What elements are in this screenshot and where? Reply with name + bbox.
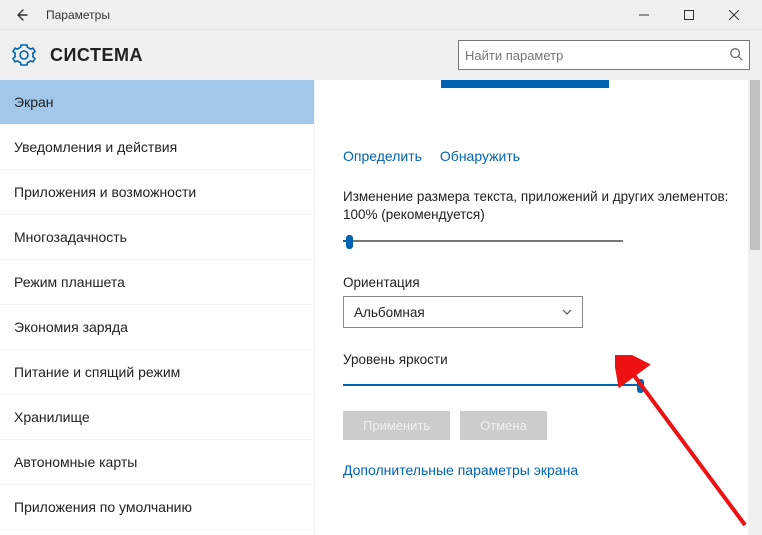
window-title: Параметры [36, 8, 621, 22]
display-preview [343, 80, 738, 120]
sidebar-item-power[interactable]: Питание и спящий режим [0, 350, 314, 395]
sidebar-item-label: Многозадачность [14, 229, 127, 245]
scale-label: Изменение размера текста, приложений и д… [343, 188, 738, 223]
sidebar-item-label: Экономия заряда [14, 319, 128, 335]
sidebar-item-label: Приложения и возможности [14, 184, 196, 200]
sidebar-item-label: Автономные карты [14, 454, 137, 470]
maximize-icon [684, 10, 694, 20]
sidebar-item-label: Питание и спящий режим [14, 364, 180, 380]
back-button[interactable] [6, 0, 36, 30]
sidebar-item-label: Хранилище [14, 409, 90, 425]
scale-slider[interactable] [343, 233, 623, 251]
sidebar-item-tablet[interactable]: Режим планшета [0, 260, 314, 305]
content-pane: Определить Обнаружить Изменение размера … [315, 80, 762, 535]
maximize-button[interactable] [666, 0, 711, 30]
sidebar-item-storage[interactable]: Хранилище [0, 395, 314, 440]
sidebar-item-label: Экран [14, 94, 54, 110]
brightness-label: Уровень яркости [343, 352, 738, 367]
search-icon [729, 47, 743, 64]
identify-link[interactable]: Определить [343, 148, 422, 164]
sidebar: Экран Уведомления и действия Приложения … [0, 80, 315, 535]
slider-thumb[interactable] [637, 379, 644, 393]
orientation-label: Ориентация [343, 275, 738, 290]
preview-highlight [441, 80, 609, 88]
sidebar-item-apps[interactable]: Приложения и возможности [0, 170, 314, 215]
sidebar-item-label: Режим планшета [14, 274, 125, 290]
apply-button[interactable]: Применить [343, 411, 450, 440]
minimize-icon [639, 10, 649, 20]
gear-icon [12, 43, 36, 67]
orientation-select[interactable]: Альбомная [343, 296, 583, 328]
advanced-display-link[interactable]: Дополнительные параметры экрана [343, 462, 738, 478]
sidebar-item-notifications[interactable]: Уведомления и действия [0, 125, 314, 170]
scrollbar[interactable] [748, 80, 762, 535]
minimize-button[interactable] [621, 0, 666, 30]
sidebar-item-multitasking[interactable]: Многозадачность [0, 215, 314, 260]
titlebar: Параметры [0, 0, 762, 30]
brightness-slider[interactable] [343, 377, 643, 395]
slider-track [343, 240, 623, 242]
page-title: СИСТЕМА [50, 45, 143, 66]
header: СИСТЕМА [0, 30, 762, 80]
search-input[interactable] [465, 48, 729, 63]
cancel-button[interactable]: Отмена [460, 411, 547, 440]
orientation-value: Альбомная [354, 305, 425, 320]
sidebar-item-label: Приложения по умолчанию [14, 499, 192, 515]
slider-fill [343, 384, 640, 386]
search-box[interactable] [458, 40, 750, 70]
scrollbar-thumb[interactable] [750, 80, 760, 250]
sidebar-item-default-apps[interactable]: Приложения по умолчанию [0, 485, 314, 530]
sidebar-item-maps[interactable]: Автономные карты [0, 440, 314, 485]
arrow-left-icon [13, 7, 29, 23]
close-button[interactable] [711, 0, 756, 30]
sidebar-item-label: Уведомления и действия [14, 139, 177, 155]
close-icon [729, 10, 739, 20]
chevron-down-icon [562, 306, 572, 318]
slider-thumb[interactable] [346, 235, 353, 249]
sidebar-item-display[interactable]: Экран [0, 80, 314, 125]
detect-link[interactable]: Обнаружить [440, 148, 520, 164]
sidebar-item-battery[interactable]: Экономия заряда [0, 305, 314, 350]
